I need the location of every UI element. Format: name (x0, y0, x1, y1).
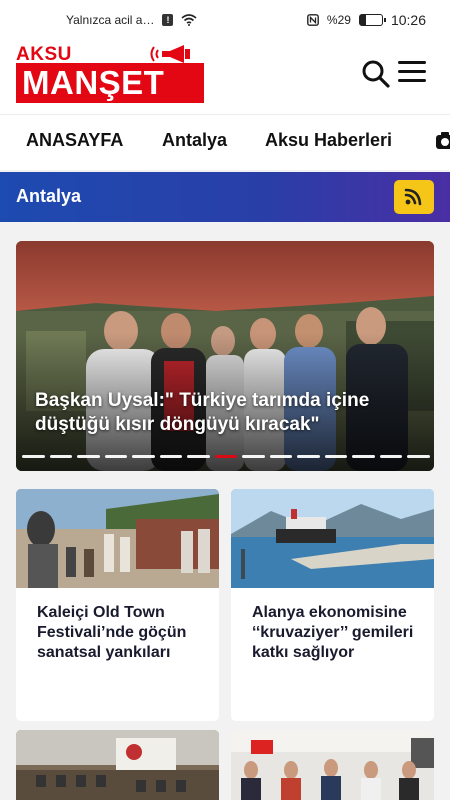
slider-dot[interactable] (242, 455, 265, 458)
battery-icon (358, 14, 386, 26)
news-card-partial[interactable] (231, 730, 434, 800)
slider-dot[interactable] (297, 455, 320, 458)
slider-dot[interactable] (159, 455, 183, 458)
nav-item-aksu-haberleri[interactable]: Aksu Haberleri (265, 130, 392, 151)
battery-percent: %29 (326, 13, 351, 27)
site-header: AKSU MANŞET (0, 36, 450, 114)
wifi-icon (181, 14, 198, 26)
news-card-title[interactable]: Alanya ekonomisine ‘‘kruvaziyer’’ gemile… (252, 603, 427, 663)
slider-dot[interactable] (49, 455, 73, 458)
alert-icon: ! (162, 14, 174, 26)
slider-dot[interactable] (77, 455, 100, 458)
slider-dot[interactable] (187, 455, 210, 458)
hamburger-menu-icon[interactable] (398, 61, 426, 87)
news-card-image (16, 730, 219, 800)
logo-main-text: MANŞET (22, 64, 165, 101)
status-bar: Yalnızca acil a… ! %29 10:26 (0, 0, 450, 36)
news-card[interactable]: Kaleiçi Old Town Festivali’nde göçün san… (16, 489, 219, 721)
nav-item-anasayfa[interactable]: ANASAYFA (26, 130, 123, 151)
news-card-image (16, 489, 219, 588)
camera-icon[interactable] (436, 131, 450, 149)
slider-dot[interactable] (22, 455, 45, 458)
news-card-image (231, 489, 434, 588)
slider-dots (22, 455, 430, 458)
hero-headline[interactable]: Başkan Uysal:" Türkiye tarımda içine düş… (35, 389, 425, 437)
slider-dot[interactable] (352, 455, 375, 458)
nfc-icon (307, 14, 319, 26)
nav-item-antalya[interactable]: Antalya (162, 130, 227, 151)
news-card-title[interactable]: Kaleiçi Old Town Festivali’nde göçün san… (37, 603, 212, 663)
rss-icon (404, 188, 422, 206)
slider-dot[interactable] (379, 455, 403, 458)
news-card-image (231, 730, 434, 800)
logo-top-text: AKSU (16, 44, 72, 65)
news-card[interactable]: Alanya ekonomisine ‘‘kruvaziyer’’ gemile… (231, 489, 434, 721)
hero-slider[interactable]: Başkan Uysal:" Türkiye tarımda içine düş… (16, 241, 434, 471)
slider-dot[interactable] (132, 455, 155, 458)
megaphone-icon (150, 45, 190, 63)
section-banner: Antalya (0, 172, 450, 222)
category-nav: ANASAYFA Antalya Aksu Haberleri (0, 114, 450, 170)
slider-dot[interactable] (269, 455, 293, 458)
slider-dot[interactable] (104, 455, 128, 458)
site-logo[interactable]: AKSU MANŞET (16, 45, 204, 105)
slider-dot[interactable] (407, 455, 430, 458)
section-title: Antalya (16, 186, 82, 206)
news-card-partial[interactable] (16, 730, 219, 800)
slider-dot-active[interactable] (214, 455, 238, 458)
clock: 10:26 (390, 12, 426, 28)
rss-button[interactable] (394, 180, 434, 214)
slider-dot[interactable] (324, 455, 348, 458)
search-icon[interactable] (361, 59, 391, 89)
notification-text: Yalnızca acil a… (66, 13, 155, 27)
